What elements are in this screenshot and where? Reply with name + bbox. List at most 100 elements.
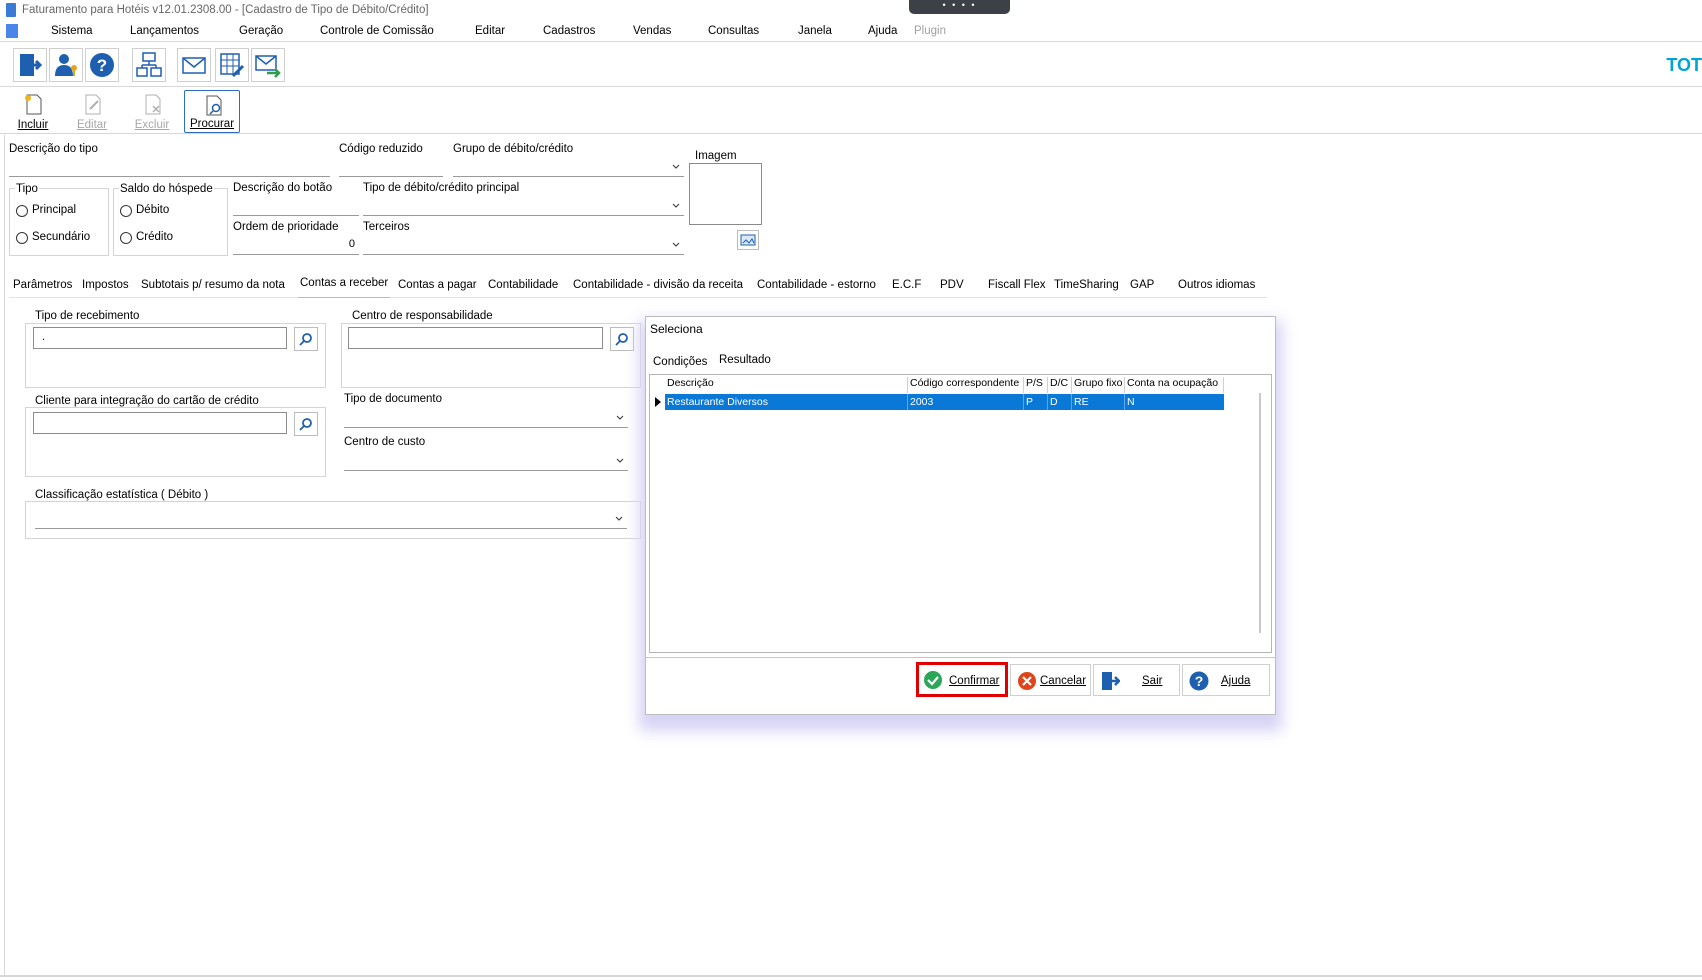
tab-contabilidade-estorno[interactable]: Contabilidade - estorno (757, 279, 876, 291)
grupo-combo[interactable] (453, 157, 684, 177)
mail-toolbar-button[interactable] (177, 48, 211, 82)
spreadsheet-edit-toolbar-button[interactable] (215, 48, 249, 82)
help-question-icon: ? (90, 53, 114, 77)
menu-bar: Sistema Lançamentos Geração Controle de … (0, 22, 1702, 42)
sair-button[interactable]: Sair (1093, 664, 1180, 696)
tab-contabilidade-divisao[interactable]: Contabilidade - divisão da receita (573, 279, 743, 291)
tab-contas-pagar[interactable]: Contas a pagar (398, 279, 477, 291)
tab-fiscall-flex[interactable]: Fiscall Flex (988, 279, 1046, 291)
help-question-icon: ? (1189, 671, 1209, 691)
envelope-icon (182, 57, 206, 74)
classificacao-combo[interactable] (35, 509, 627, 529)
menu-ajuda[interactable]: Ajuda (868, 25, 897, 37)
codigo-reduzido-field[interactable] (339, 157, 443, 177)
dialog-title: Seleciona (650, 322, 703, 336)
terceiros-label: Terceiros (363, 221, 410, 233)
menu-editar[interactable]: Editar (475, 25, 505, 37)
window-drag-handle[interactable]: • • • • (909, 0, 1010, 14)
tab-outros-idiomas[interactable]: Outros idiomas (1178, 279, 1255, 291)
menu-controle-comissao[interactable]: Controle de Comissão (320, 25, 434, 37)
cancelar-button[interactable]: Cancelar (1010, 664, 1091, 696)
menu-sistema[interactable]: Sistema (51, 25, 93, 37)
user-key-toolbar-button[interactable] (49, 48, 83, 82)
tipo-principal-combo[interactable] (363, 196, 684, 216)
tipo-recebimento-input[interactable]: . (33, 327, 287, 349)
tipo-principal-label: Principal (32, 204, 77, 216)
col-dc[interactable]: D/C (1048, 377, 1072, 393)
editar-button[interactable]: Editar (64, 90, 120, 133)
col-codigo[interactable]: Código correspondente (908, 377, 1024, 393)
chevron-down-icon (615, 516, 623, 521)
descricao-botao-field[interactable] (233, 196, 359, 216)
cliente-input[interactable] (33, 412, 287, 434)
saldo-debito-label: Débito (136, 204, 170, 216)
menu-geracao[interactable]: Geração (239, 25, 283, 37)
centro-custo-combo[interactable] (344, 451, 628, 471)
procurar-button[interactable]: Procurar (184, 90, 240, 133)
tab-timesharing[interactable]: TimeSharing (1054, 279, 1119, 291)
exit-toolbar-button[interactable] (13, 48, 47, 82)
org-chart-toolbar-button[interactable] (132, 48, 166, 82)
cell-conta-ocupacao: N (1127, 396, 1135, 408)
chevron-down-icon (616, 458, 624, 463)
tab-subtotais[interactable]: Subtotais p/ resumo da nota (141, 279, 285, 291)
menu-cadastros[interactable]: Cadastros (543, 25, 595, 37)
col-descricao[interactable]: Descrição (665, 377, 908, 393)
tab-pdv[interactable]: PDV (940, 279, 964, 291)
descricao-tipo-field[interactable] (9, 157, 330, 177)
mdi-window-icon[interactable] (6, 24, 18, 38)
cell-grupo-fixo: RE (1072, 394, 1125, 410)
tipo-documento-combo[interactable] (344, 408, 628, 428)
tab-contas-receber[interactable]: Contas a receber (300, 277, 388, 289)
codigo-reduzido-label: Código reduzido (339, 143, 423, 155)
ajuda-button[interactable]: ? Ajuda (1182, 664, 1270, 696)
tab-contabilidade[interactable]: Contabilidade (488, 279, 558, 291)
menu-lancamentos[interactable]: Lançamentos (130, 25, 199, 37)
centro-resp-input[interactable] (348, 327, 603, 349)
terceiros-combo[interactable] (363, 235, 684, 255)
col-conta-ocupacao[interactable]: Conta na ocupação (1125, 377, 1224, 393)
saldo-group (113, 188, 228, 256)
svg-text:?: ? (97, 56, 107, 75)
tab-resultado[interactable]: Resultado (719, 354, 771, 366)
ajuda-label: Ajuda (1221, 675, 1251, 687)
load-image-button[interactable] (737, 230, 759, 250)
centro-resp-search-button[interactable] (610, 327, 634, 351)
tipo-principal-radio[interactable] (16, 205, 28, 217)
saldo-debito-radio[interactable] (120, 205, 132, 217)
saldo-credito-radio[interactable] (120, 232, 132, 244)
tipo-recebimento-search-button[interactable] (294, 327, 318, 351)
tab-gap[interactable]: GAP (1130, 279, 1154, 291)
incluir-button[interactable]: Incluir (5, 90, 61, 133)
action-bar: Incluir Editar Excluir Procurar (0, 88, 1702, 134)
sair-label: Sair (1142, 675, 1163, 687)
tab-condicoes[interactable]: Condições (653, 356, 707, 368)
menu-consultas[interactable]: Consultas (708, 25, 759, 37)
ordem-field[interactable]: 0 (233, 235, 359, 255)
table-row[interactable]: Restaurante Diversos 2003 P D RE N (665, 394, 1224, 410)
excluir-button[interactable]: Excluir (124, 90, 180, 133)
tipo-secundario-radio[interactable] (16, 232, 28, 244)
menu-janela[interactable]: Janela (798, 25, 832, 37)
dialog-button-bar: Confirmar Cancelar Sair ? Ajuda (916, 662, 1274, 698)
tipo-secundario-label: Secundário (32, 231, 91, 243)
mdi-bottom-border (0, 975, 1702, 977)
app-icon (6, 3, 16, 17)
tab-parametros[interactable]: Parâmetros (13, 279, 72, 291)
editar-label: Editar (76, 119, 108, 131)
row-pointer-icon (655, 397, 661, 407)
tab-impostos[interactable]: Impostos (82, 279, 129, 291)
tipo-label: Tipo (15, 183, 39, 195)
exit-door-icon (1102, 672, 1120, 690)
tab-ecf[interactable]: E.C.F (892, 279, 921, 291)
cliente-search-button[interactable] (294, 412, 318, 436)
search-document-icon (206, 95, 222, 116)
confirmar-button[interactable]: Confirmar (916, 662, 1008, 697)
send-mail-toolbar-button[interactable] (251, 48, 285, 82)
menu-vendas[interactable]: Vendas (633, 25, 671, 37)
col-ps[interactable]: P/S (1024, 377, 1048, 393)
grid-scrollbar[interactable] (1259, 393, 1261, 633)
centro-custo-label: Centro de custo (344, 436, 426, 448)
col-grupo-fixo[interactable]: Grupo fixo (1072, 377, 1125, 393)
help-toolbar-button[interactable]: ? (85, 48, 119, 82)
